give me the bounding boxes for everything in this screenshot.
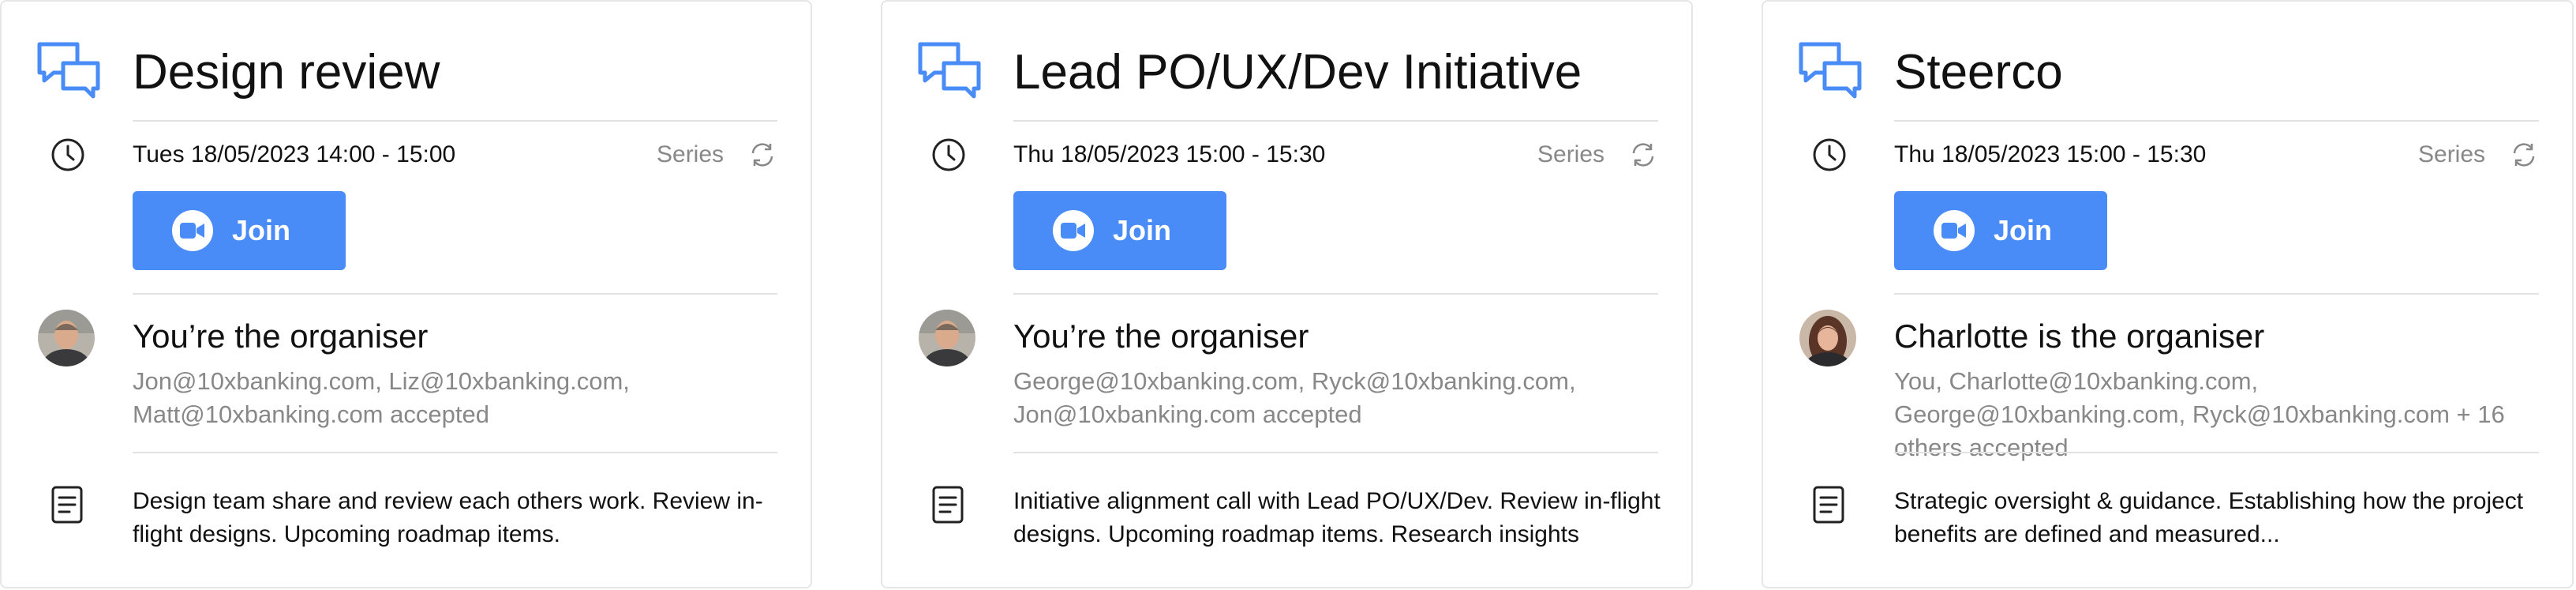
divider [1894, 452, 2539, 453]
series-label: Series [1537, 141, 1605, 167]
chat-bubbles-icon [1799, 42, 1862, 99]
notes-icon [51, 486, 83, 524]
join-button[interactable]: Join [1894, 191, 2107, 270]
repeat-icon[interactable] [748, 141, 777, 169]
divider [1894, 120, 2539, 122]
video-camera-icon [1934, 210, 1975, 251]
meeting-card[interactable]: Lead PO/UX/Dev Initiative Thu 18/05/2023… [881, 0, 1693, 588]
attendees-text: George@10xbanking.com, Ryck@10xbanking.c… [1013, 367, 1576, 428]
join-label: Join [1994, 214, 2053, 246]
attendees-text: Jon@10xbanking.com, Liz@10xbanking.com, … [133, 367, 630, 428]
notes-icon [1813, 486, 1844, 524]
meeting-title: Lead PO/UX/Dev Initiative [1013, 45, 1582, 100]
divider [1013, 293, 1658, 295]
clock-icon [1813, 138, 1846, 171]
series-label: Series [657, 141, 724, 167]
meeting-title: Design review [133, 45, 440, 100]
divider [133, 120, 777, 122]
divider [133, 293, 777, 295]
meeting-time: Thu 18/05/2023 15:00 - 15:30 [1894, 141, 2207, 167]
meeting-description: Design team share and review each others… [133, 488, 763, 547]
organiser-text: You’re the organiser [1013, 318, 1309, 355]
chat-bubbles-icon [37, 42, 100, 99]
meeting-card[interactable]: Design review Tues 18/05/2023 14:00 - 15… [0, 0, 812, 588]
clock-icon [51, 138, 84, 171]
divider [1013, 452, 1658, 453]
meeting-title: Steerco [1894, 45, 2063, 100]
meeting-description: Initiative alignment call with Lead PO/U… [1013, 488, 1661, 547]
chat-bubbles-icon [918, 42, 981, 99]
series-label: Series [2418, 141, 2486, 167]
meeting-time: Thu 18/05/2023 15:00 - 15:30 [1013, 141, 1326, 167]
organiser-text: Charlotte is the organiser [1894, 318, 2265, 355]
organiser-avatar [38, 310, 95, 366]
meeting-description: Strategic oversight & guidance. Establis… [1894, 488, 2524, 547]
join-button[interactable]: Join [1013, 191, 1226, 270]
clock-icon [932, 138, 965, 171]
divider [133, 452, 777, 453]
join-label: Join [232, 214, 291, 246]
organiser-avatar [919, 310, 975, 366]
meeting-time: Tues 18/05/2023 14:00 - 15:00 [133, 141, 456, 167]
video-camera-icon [172, 210, 213, 251]
repeat-icon[interactable] [1629, 141, 1657, 169]
notes-icon [932, 486, 964, 524]
join-button[interactable]: Join [133, 191, 346, 270]
divider [1894, 293, 2539, 295]
join-label: Join [1113, 214, 1172, 246]
organiser-text: You’re the organiser [133, 318, 429, 355]
repeat-icon[interactable] [2510, 141, 2538, 169]
divider [1013, 120, 1658, 122]
video-camera-icon [1053, 210, 1094, 251]
organiser-avatar [1799, 310, 1856, 366]
meeting-card[interactable]: Steerco Thu 18/05/2023 15:00 - 15:30 Ser… [1762, 0, 2574, 588]
attendees-text: You, Charlotte@10xbanking.com, George@10… [1894, 367, 2505, 461]
